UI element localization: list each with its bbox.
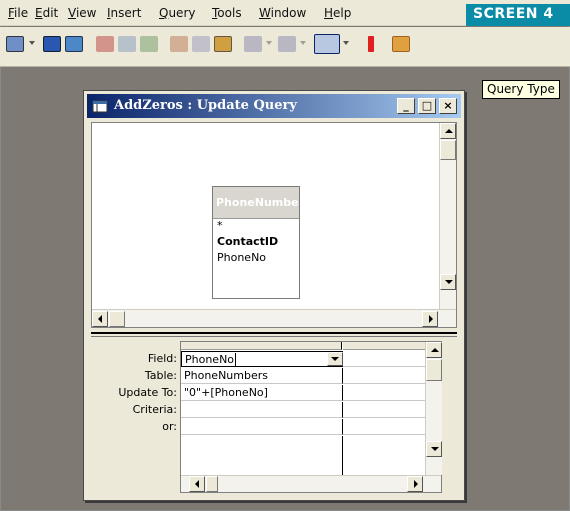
- query-type-dropdown-arrow-icon[interactable]: [343, 41, 349, 45]
- window-titlebar[interactable]: AddZeros : Update Query _ □ ×: [87, 94, 461, 118]
- scroll-left-button[interactable]: [189, 476, 205, 492]
- field-cell-value: PhoneNo: [185, 353, 235, 366]
- minimize-button[interactable]: _: [397, 98, 415, 114]
- run-icon[interactable]: [368, 36, 374, 52]
- menu-view[interactable]: View: [68, 6, 96, 20]
- row-label-table: Table:: [144, 369, 177, 382]
- update-to-cell[interactable]: "0"+[PhoneNo]: [181, 385, 343, 401]
- design-grid-area: Field: Table: Update To: Criteria: or: P…: [91, 341, 457, 496]
- show-table-icon[interactable]: [392, 36, 410, 52]
- criteria-cell[interactable]: [181, 402, 343, 418]
- update-to-cell[interactable]: [343, 385, 425, 401]
- scroll-thumb[interactable]: [206, 476, 218, 492]
- close-button[interactable]: ×: [439, 98, 457, 114]
- row-label-field: Field:: [147, 352, 177, 365]
- menu-window[interactable]: Window: [259, 6, 306, 20]
- field-list-title[interactable]: PhoneNumbers: [213, 187, 299, 219]
- menu-help[interactable]: Help: [324, 6, 351, 20]
- scroll-thumb[interactable]: [426, 359, 442, 381]
- table-field-list[interactable]: PhoneNumbers * ContactID PhoneNo: [212, 186, 300, 299]
- query-type-icon[interactable]: [314, 34, 340, 54]
- query-type-tooltip: Query Type: [482, 80, 560, 99]
- arrow-right-icon: [414, 480, 418, 488]
- text-cursor: [235, 353, 237, 366]
- row-label-or: or:: [162, 420, 177, 433]
- view-icon[interactable]: [6, 36, 24, 52]
- criteria-cell[interactable]: [343, 402, 425, 418]
- or-cell[interactable]: [343, 419, 425, 435]
- search-icon[interactable]: [65, 36, 83, 52]
- field-list-item[interactable]: PhoneNo: [213, 251, 299, 267]
- table-pane-horizontal-scrollbar[interactable]: [92, 309, 456, 327]
- menu-edit[interactable]: Edit: [35, 6, 58, 20]
- column-selector[interactable]: [343, 342, 425, 350]
- empty-cell[interactable]: [181, 436, 343, 476]
- scroll-up-button[interactable]: [440, 123, 456, 139]
- arrow-down-icon: [445, 280, 453, 284]
- scroll-right-button[interactable]: [422, 311, 438, 327]
- redo-icon[interactable]: [278, 36, 296, 52]
- undo-dropdown-arrow-icon[interactable]: [266, 41, 272, 45]
- menu-tools[interactable]: Tools: [212, 6, 242, 20]
- arrow-left-icon: [195, 480, 199, 488]
- row-label-criteria: Criteria:: [132, 403, 177, 416]
- field-list-item[interactable]: *: [213, 219, 299, 235]
- toolbar: [0, 27, 570, 67]
- field-cell[interactable]: PhoneNo: [181, 351, 343, 367]
- arrow-up-icon: [445, 129, 453, 133]
- print-preview-icon[interactable]: [118, 36, 136, 52]
- table-pane[interactable]: PhoneNumbers * ContactID PhoneNo: [91, 122, 457, 328]
- arrow-up-icon: [431, 348, 439, 352]
- arrow-left-icon: [98, 315, 102, 323]
- menu-file[interactable]: File: [8, 6, 28, 20]
- grid-vertical-scrollbar[interactable]: [425, 342, 442, 475]
- view-dropdown-arrow-icon[interactable]: [29, 41, 35, 45]
- design-grid[interactable]: PhoneNo PhoneNumbers "0"+[PhoneNo]: [180, 341, 442, 493]
- menu-query[interactable]: Query: [159, 6, 195, 20]
- menu-bar: File Edit View Insert Query Tools Window…: [0, 0, 570, 26]
- arrow-down-icon: [431, 447, 439, 451]
- field-list-item[interactable]: ContactID: [213, 235, 299, 251]
- print-icon[interactable]: [96, 36, 114, 52]
- cut-icon[interactable]: [170, 36, 188, 52]
- field-dropdown-button[interactable]: [327, 352, 343, 366]
- paste-icon[interactable]: [214, 36, 232, 52]
- undo-icon[interactable]: [244, 36, 262, 52]
- scroll-thumb[interactable]: [440, 140, 456, 160]
- pane-splitter[interactable]: [91, 332, 457, 337]
- chevron-down-icon: [331, 357, 339, 361]
- table-pane-vertical-scrollbar[interactable]: [439, 123, 456, 309]
- table-cell[interactable]: [343, 368, 425, 384]
- field-cell[interactable]: [343, 351, 425, 367]
- window-title: AddZeros : Update Query: [114, 98, 297, 113]
- menu-insert[interactable]: Insert: [107, 6, 141, 20]
- row-label-update-to: Update To:: [118, 386, 177, 399]
- redo-dropdown-arrow-icon[interactable]: [300, 41, 306, 45]
- scroll-thumb[interactable]: [109, 311, 125, 327]
- update-query-window: AddZeros : Update Query _ □ × PhoneNumbe…: [83, 90, 465, 501]
- or-cell[interactable]: [181, 419, 343, 435]
- screen-badge: SCREEN 4: [466, 4, 570, 26]
- scroll-right-button[interactable]: [407, 476, 423, 492]
- column-selector[interactable]: [181, 342, 342, 350]
- copy-icon[interactable]: [192, 36, 210, 52]
- scroll-down-button[interactable]: [440, 274, 456, 290]
- scroll-left-button[interactable]: [92, 311, 108, 327]
- scroll-down-button[interactable]: [426, 441, 442, 457]
- query-icon: [92, 100, 108, 113]
- grid-horizontal-scrollbar[interactable]: [181, 475, 441, 492]
- table-cell[interactable]: PhoneNumbers: [181, 368, 343, 384]
- save-icon[interactable]: [43, 36, 61, 52]
- spelling-icon[interactable]: [140, 36, 158, 52]
- scroll-up-button[interactable]: [426, 342, 442, 358]
- maximize-button[interactable]: □: [418, 98, 436, 114]
- arrow-right-icon: [429, 315, 433, 323]
